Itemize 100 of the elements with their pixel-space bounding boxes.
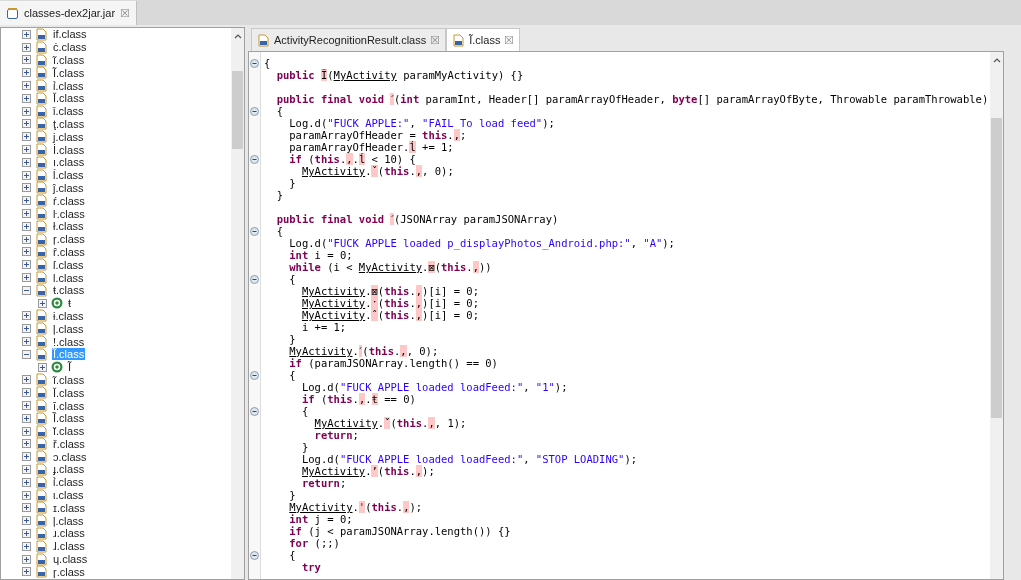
tree-item[interactable]: ĺ.class — [52, 169, 85, 182]
tree-item[interactable]: ċ.class — [52, 41, 88, 54]
fold-icon[interactable] — [250, 154, 259, 164]
tree-item[interactable]: ł.class — [52, 220, 85, 233]
fold-icon[interactable] — [250, 406, 259, 416]
tree-item[interactable]: ỉ.class — [52, 476, 85, 489]
fold-icon[interactable] — [250, 58, 259, 68]
expand-icon[interactable] — [22, 490, 31, 500]
expand-icon[interactable] — [22, 221, 31, 231]
expand-icon[interactable] — [22, 516, 31, 526]
expand-icon[interactable] — [22, 503, 31, 513]
scrollbar[interactable] — [990, 52, 1003, 579]
tree-item[interactable]: Ȉ.class — [52, 412, 86, 425]
fold-icon[interactable] — [250, 106, 259, 116]
expand-icon[interactable] — [22, 477, 31, 487]
tree-item[interactable]: ĩ.class — [52, 373, 86, 386]
expand-icon[interactable] — [22, 119, 31, 129]
expand-icon[interactable] — [22, 81, 31, 91]
scroll-up-icon[interactable] — [992, 57, 1001, 63]
scroll-up-icon[interactable] — [233, 33, 242, 39]
scrollbar[interactable] — [231, 28, 244, 579]
expand-icon[interactable] — [22, 528, 31, 538]
tree-item[interactable]: ɺ.class — [52, 540, 86, 553]
expand-icon[interactable] — [22, 42, 31, 52]
expand-icon[interactable] — [22, 106, 31, 116]
expand-icon[interactable] — [22, 413, 31, 423]
expand-icon[interactable] — [22, 567, 31, 577]
tree-item[interactable]: ī.class — [52, 399, 86, 412]
expand-icon[interactable] — [22, 247, 31, 257]
tree-item[interactable]: Ĭ.class — [52, 386, 86, 399]
expand-icon[interactable] — [22, 132, 31, 142]
expand-icon[interactable] — [38, 298, 47, 308]
tree-item[interactable]: ι.class — [52, 489, 85, 502]
tree-item[interactable]: İ.class — [52, 143, 86, 156]
fold-icon[interactable] — [250, 370, 259, 380]
editor-tab[interactable]: ActivityRecognitionResult.class ☒ — [251, 28, 447, 51]
tree-item[interactable]: if.class — [52, 28, 88, 41]
tab[interactable]: classes-dex2jar.jar ☒ — [0, 1, 138, 25]
expand-icon[interactable] — [22, 452, 31, 462]
scrollbar-thumb[interactable] — [232, 71, 243, 149]
tree-item[interactable]: ɼ.class — [52, 565, 86, 578]
editor-tab[interactable]: Ĩ.class ☒ — [446, 28, 521, 51]
expand-icon[interactable] — [22, 273, 31, 283]
expand-icon[interactable] — [22, 554, 31, 564]
expand-icon[interactable] — [22, 541, 31, 551]
tree-item[interactable]: ŧ — [67, 297, 73, 310]
tree-item[interactable]: ŀ.class — [52, 207, 86, 220]
tree-item[interactable]: Ĩ — [67, 361, 73, 374]
tree-item[interactable]: ļ.class — [52, 322, 85, 335]
tree-item[interactable]: ı.class — [52, 156, 86, 169]
expand-icon[interactable] — [22, 324, 31, 334]
expand-icon[interactable] — [22, 145, 31, 155]
tree-item[interactable]: ǐ.class — [52, 105, 85, 118]
expand-icon[interactable] — [22, 426, 31, 436]
expand-icon[interactable] — [38, 362, 47, 372]
tree-item[interactable]: ɨ.class — [52, 309, 85, 322]
tree-item[interactable]: ţ.class — [52, 117, 86, 130]
tree-item[interactable]: ĩ.class — [52, 54, 86, 66]
code-editor[interactable] — [248, 51, 1004, 580]
tree-item[interactable]: j.class — [52, 130, 85, 143]
tree-item[interactable]: ŕ.class — [52, 194, 86, 207]
expand-icon[interactable] — [22, 183, 31, 193]
expand-icon[interactable] — [22, 234, 31, 244]
expand-icon[interactable] — [22, 68, 31, 78]
fold-icon[interactable] — [250, 550, 259, 560]
tree-item[interactable]: ↄ.class — [52, 450, 88, 463]
tree-item[interactable]: ɪ.class — [52, 501, 87, 514]
expand-icon[interactable] — [22, 311, 31, 321]
expand-icon[interactable] — [22, 93, 31, 103]
tree-item[interactable]: ĭ.class — [52, 425, 86, 438]
tree-item[interactable]: ɹ.class — [52, 527, 86, 540]
tree-item[interactable]: ỉ.class — [52, 79, 85, 92]
tree-item[interactable]: Ĭ.class — [52, 92, 86, 105]
expand-icon[interactable] — [22, 209, 31, 219]
expand-icon[interactable] — [22, 29, 31, 39]
tree-item[interactable]: ɟ.class — [52, 463, 86, 476]
expand-icon[interactable] — [22, 55, 31, 65]
tree-item[interactable]: ļ.class — [52, 514, 85, 527]
close-icon[interactable]: ☒ — [504, 31, 515, 49]
expand-icon[interactable] — [22, 401, 31, 410]
tree-item[interactable]: ŧ.class — [52, 284, 86, 297]
tree-item[interactable]: l.class — [52, 271, 85, 284]
expand-icon[interactable] — [22, 439, 31, 449]
tree-item[interactable]: ĵ.class — [52, 181, 85, 194]
tree-item[interactable]: ɥ.class — [52, 553, 89, 566]
expand-icon[interactable] — [22, 388, 31, 398]
fold-icon[interactable] — [250, 226, 259, 236]
tree-item[interactable]: ȓ.class — [52, 245, 86, 258]
tree-item[interactable]: ŗ.class — [52, 233, 86, 246]
collapse-icon[interactable] — [22, 349, 31, 359]
expand-icon[interactable] — [22, 196, 31, 206]
expand-icon[interactable] — [22, 337, 31, 346]
scrollbar-thumb[interactable] — [991, 118, 1002, 418]
collapse-icon[interactable] — [22, 285, 31, 295]
fold-icon[interactable] — [250, 274, 259, 284]
expand-icon[interactable] — [22, 260, 31, 270]
expand-icon[interactable] — [22, 465, 31, 474]
expand-icon[interactable] — [22, 157, 31, 167]
expand-icon[interactable] — [22, 170, 31, 180]
tree-item[interactable]: ǃ.class — [52, 335, 86, 348]
